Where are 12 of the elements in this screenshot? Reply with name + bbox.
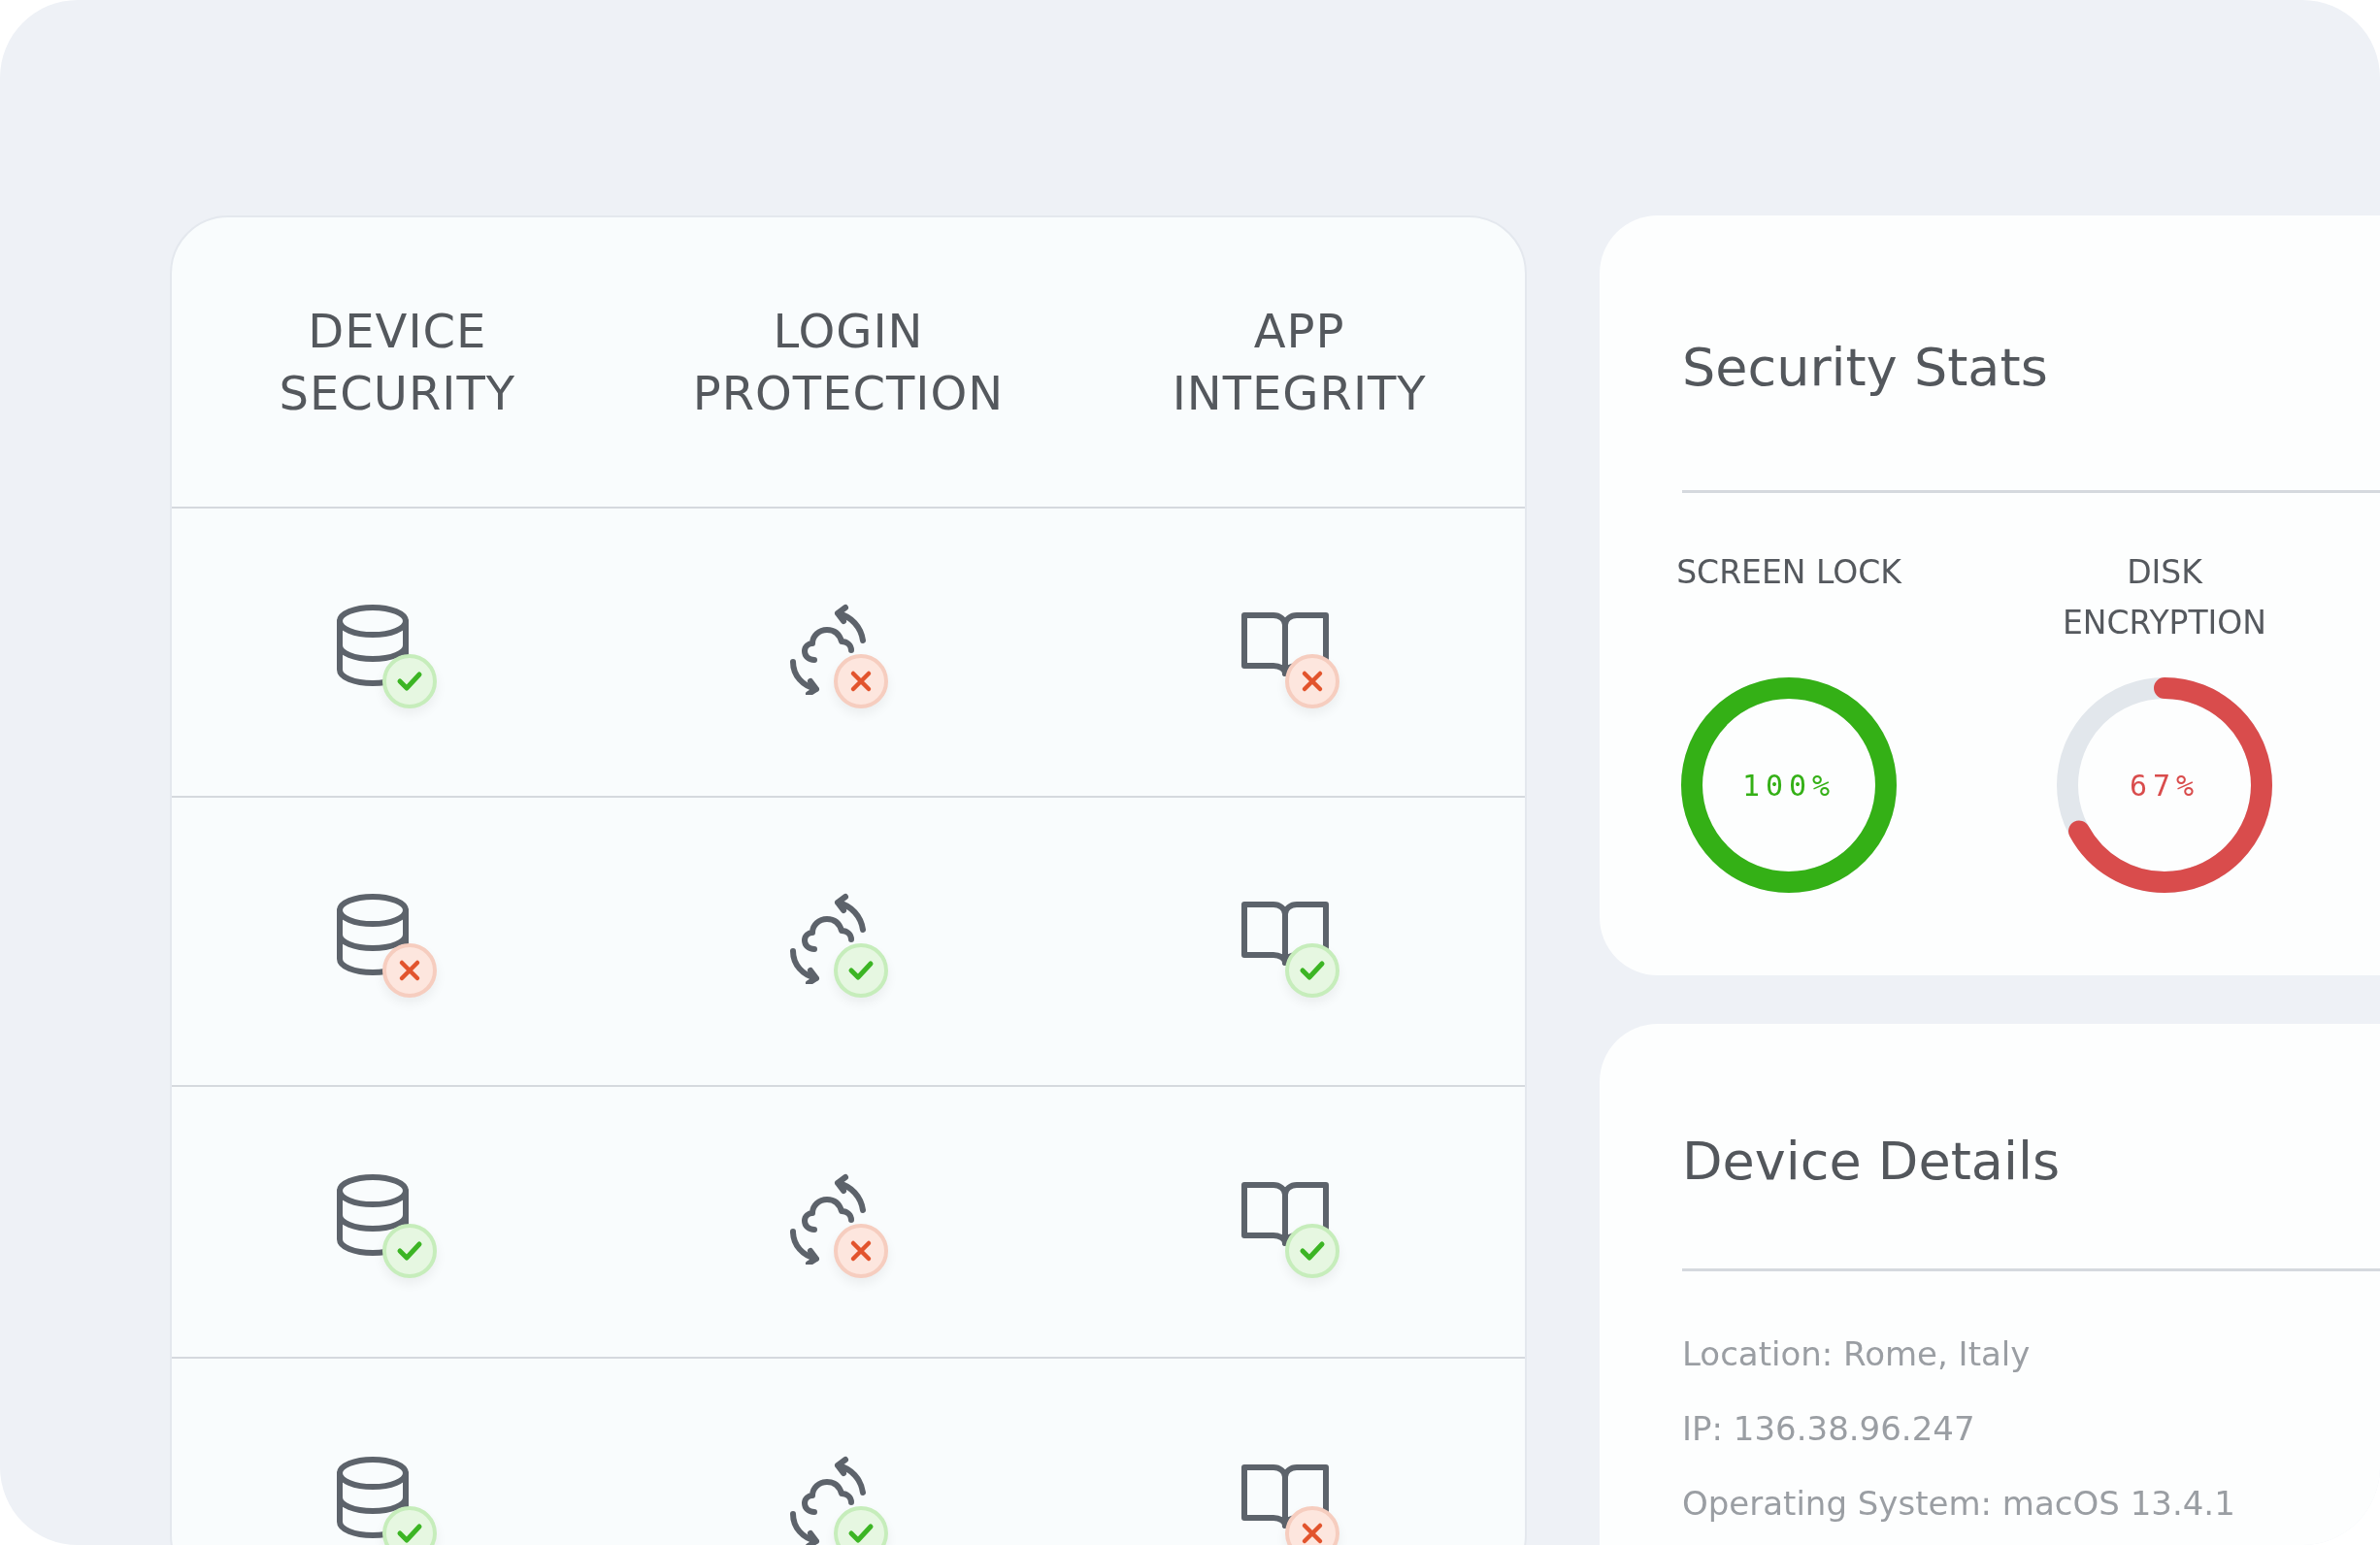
column-header: LOGIN PROTECTION [691, 303, 1006, 422]
column-header: APP INTEGRITY [1171, 303, 1428, 422]
gauge-label: DISK ENCRYPTION [2063, 552, 2266, 643]
card-title: Device Details [1682, 1130, 2062, 1194]
card-title: Security Stats [1682, 336, 2049, 400]
detail-line: Operating System: macOS 13.4.1 [1682, 1483, 2236, 1525]
detail-line: IP: 136.38.96.247 [1682, 1408, 1976, 1450]
percent-reading: 67% [2129, 768, 2200, 803]
gauge-label: SCREEN LOCK [1676, 552, 1901, 593]
percent-reading: 100% [1741, 768, 1836, 803]
column-header: DEVICE SECURITY [278, 303, 517, 422]
detail-line: Location: Rome, Italy [1682, 1333, 2032, 1375]
